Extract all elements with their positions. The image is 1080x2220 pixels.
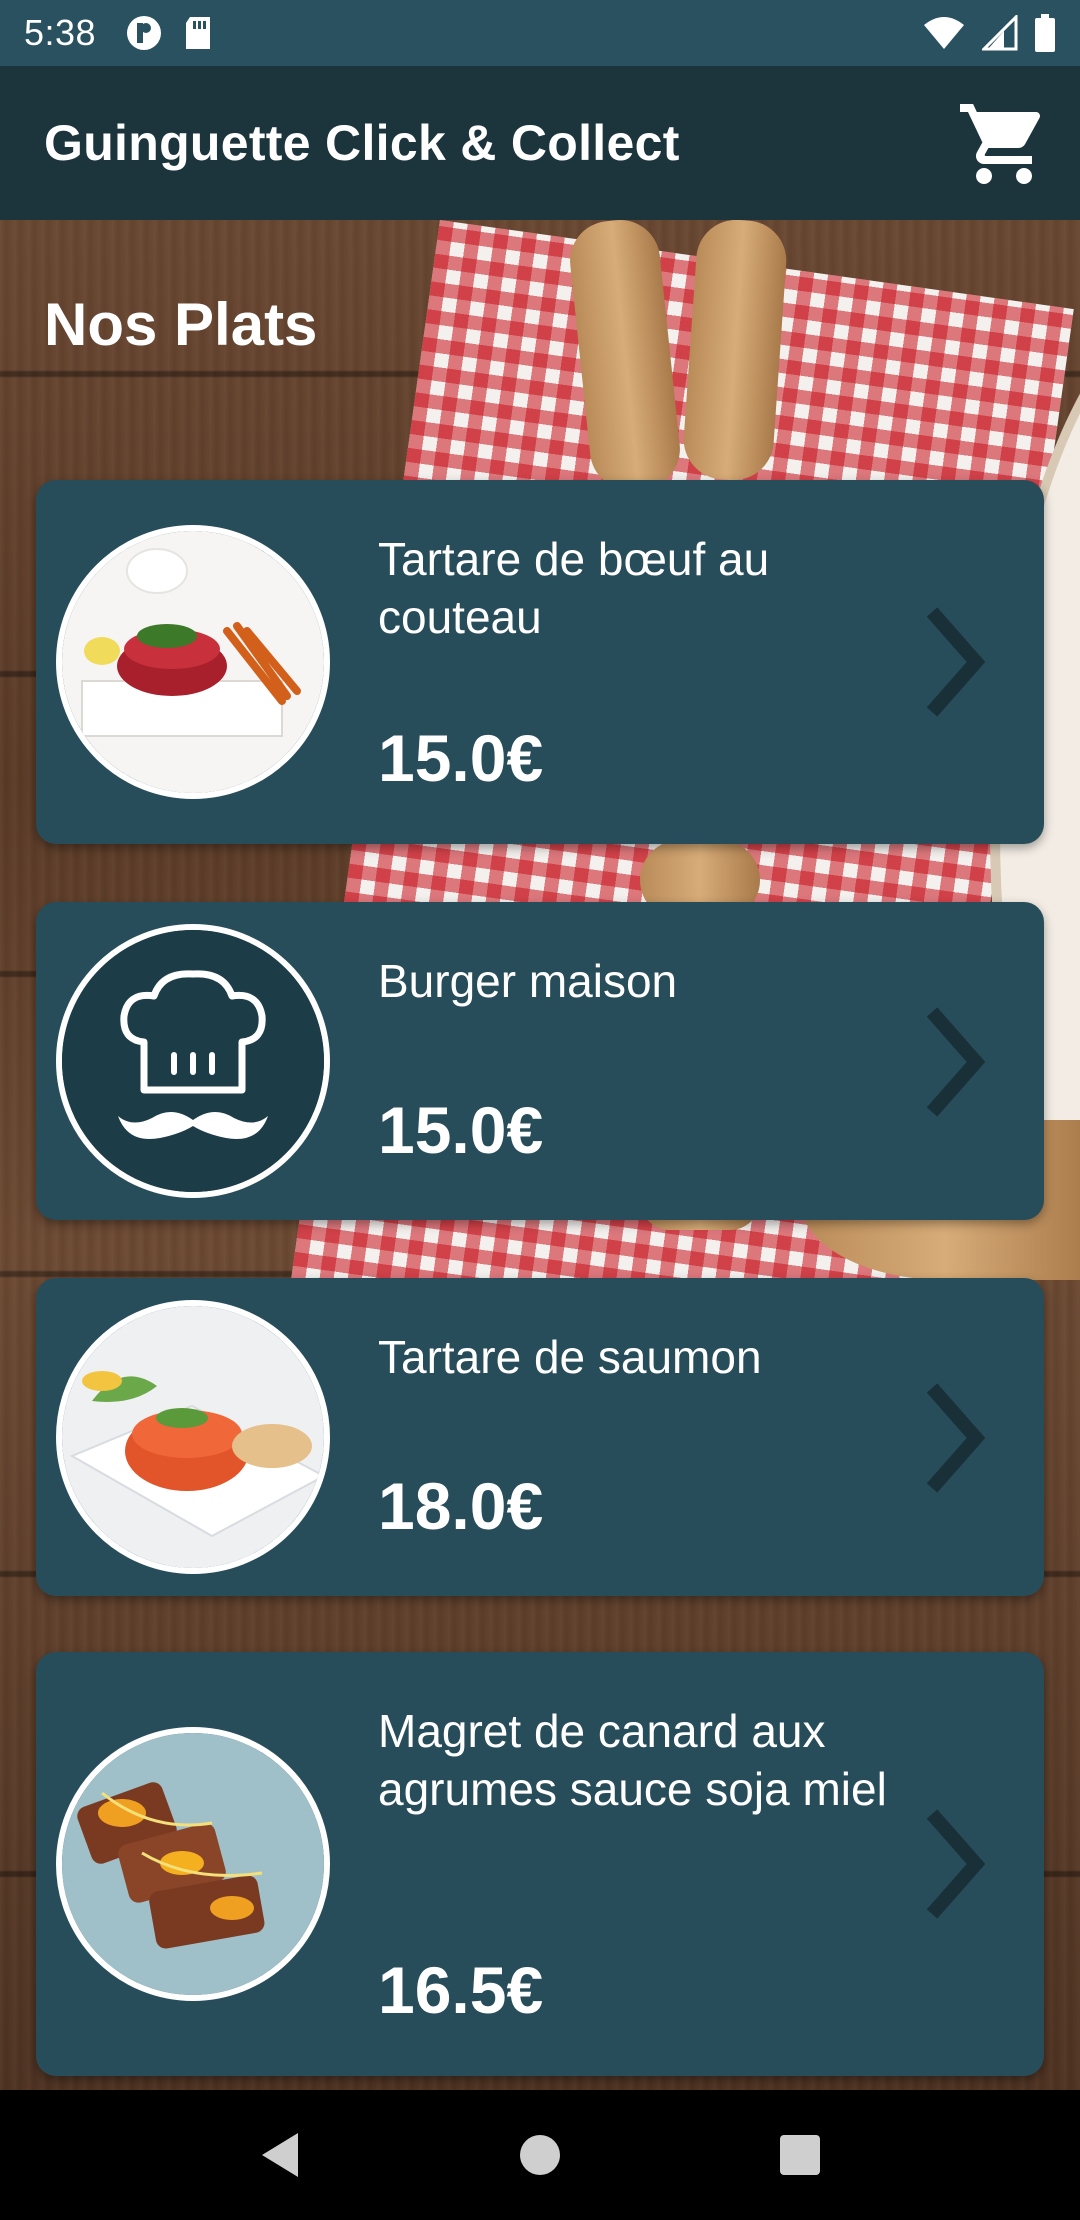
beef-tartare-photo	[62, 531, 324, 793]
shopping-cart-icon	[960, 104, 1041, 184]
dish-price: 15.0€	[378, 721, 544, 795]
wooden-spoon-decoration	[681, 220, 789, 483]
dish-price: 16.5€	[378, 1953, 544, 2027]
dish-image	[56, 1300, 330, 1574]
system-nav-bar	[0, 2090, 1080, 2220]
dish-price: 15.0€	[378, 1093, 544, 1167]
page-title: Nos Plats	[44, 291, 318, 358]
dish-name: Magret de canard aux agrumes sauce soja …	[378, 1705, 887, 1815]
duck-breast-photo	[62, 1733, 324, 1995]
nav-recents-button[interactable]	[765, 2120, 835, 2190]
nav-back-button[interactable]	[245, 2120, 315, 2190]
app-title: Guinguette Click & Collect	[44, 115, 680, 171]
app-bar: Guinguette Click & Collect	[0, 66, 1080, 220]
battery-icon	[1035, 14, 1055, 52]
status-notification-icons	[124, 13, 214, 53]
dish-image	[56, 1727, 330, 2001]
dish-price: 18.0€	[378, 1469, 544, 1543]
dish-image	[56, 924, 330, 1198]
dish-card[interactable]: Burger maison 15.0€	[36, 902, 1044, 1220]
chef-placeholder-icon	[62, 930, 324, 1192]
recents-square-icon	[780, 2135, 820, 2175]
status-time: 5:38	[24, 12, 97, 53]
cart-button[interactable]	[954, 94, 1054, 194]
dish-name: Tartare de saumon	[378, 1331, 762, 1383]
chevron-right-icon	[926, 1809, 986, 1919]
chevron-right-icon	[926, 1383, 986, 1493]
nav-home-button[interactable]	[505, 2120, 575, 2190]
salmon-tartare-photo	[62, 1306, 324, 1568]
status-bar: 5:38	[0, 0, 1080, 66]
back-triangle-icon	[262, 2133, 298, 2177]
dish-name: Burger maison	[378, 955, 678, 1007]
signal-icon	[982, 15, 1018, 51]
chevron-right-icon	[926, 1007, 986, 1117]
dish-card[interactable]: Magret de canard aux agrumes sauce soja …	[36, 1652, 1044, 2076]
dish-image	[56, 525, 330, 799]
home-circle-icon	[520, 2135, 560, 2175]
dish-card[interactable]: Tartare de saumon 18.0€	[36, 1278, 1044, 1596]
app-notification-icon	[127, 16, 162, 50]
dish-name: Tartare de bœuf au couteau	[378, 533, 770, 643]
wifi-icon	[924, 17, 964, 49]
sd-card-icon	[186, 17, 211, 49]
status-system-icons	[922, 14, 1056, 52]
chevron-right-icon	[926, 607, 986, 717]
dish-card[interactable]: Tartare de bœuf au couteau 15.0€	[36, 480, 1044, 844]
